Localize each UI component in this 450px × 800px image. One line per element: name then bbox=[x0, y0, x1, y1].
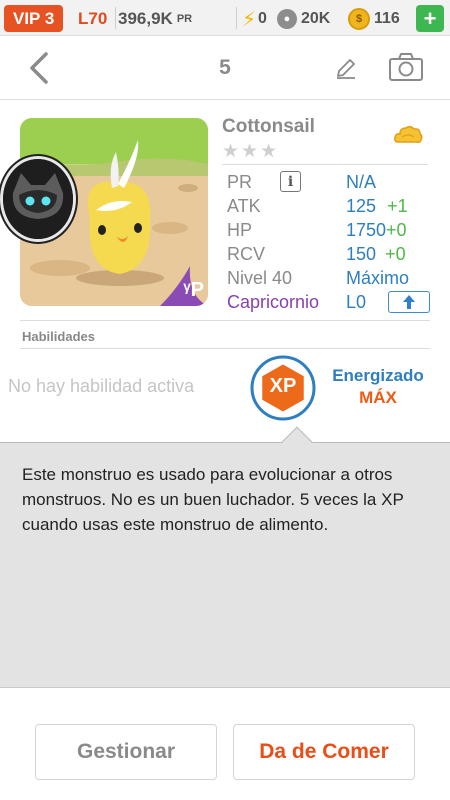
coin-value: 116 bbox=[374, 10, 400, 27]
energy-counter[interactable]: ⚡ 0 bbox=[242, 6, 267, 32]
energy-value: 0 bbox=[258, 10, 267, 27]
feed-button[interactable]: Da de Comer bbox=[233, 724, 415, 780]
divider bbox=[236, 7, 237, 29]
hp-label: HP bbox=[227, 220, 253, 240]
atk-value: 125 bbox=[346, 196, 377, 216]
back-arrow-icon[interactable] bbox=[26, 50, 54, 86]
xp-label: XP bbox=[269, 375, 297, 397]
arrow-up-icon bbox=[403, 295, 415, 309]
atk-bonus: +1 bbox=[387, 196, 408, 216]
food-value: 20K bbox=[301, 10, 331, 27]
zodiac-level: L0 bbox=[346, 292, 367, 312]
cloud-element-icon bbox=[394, 125, 423, 143]
zodiac-upgrade-button[interactable] bbox=[388, 291, 430, 313]
monster-name: Cottonsail bbox=[222, 116, 315, 137]
coin-counter[interactable]: $ 116 bbox=[348, 6, 400, 32]
zodiac-label: Capricornio bbox=[227, 292, 320, 312]
coin-icon: $ bbox=[348, 8, 370, 30]
rarity-stars: ★★★ bbox=[222, 141, 280, 162]
rcv-bonus: +0 bbox=[385, 244, 406, 264]
hp-bonus: +0 bbox=[386, 220, 407, 240]
atk-stat: 125 +1 bbox=[346, 196, 408, 217]
monster-description: Este monstruo es usado para evolucionar … bbox=[22, 465, 404, 534]
player-pr: 396,9K PR bbox=[118, 6, 192, 32]
pr-unit: PR bbox=[176, 13, 193, 25]
leader-avatar[interactable] bbox=[0, 156, 76, 242]
hp-stat: 1750+0 bbox=[346, 220, 407, 241]
hp-value: 1750 bbox=[346, 220, 387, 240]
skills-section-title: Habilidades bbox=[22, 329, 95, 344]
pr-label: PR bbox=[227, 172, 253, 192]
divider bbox=[115, 7, 116, 29]
xp-skill-badge[interactable]: XP bbox=[250, 355, 316, 421]
divider bbox=[20, 320, 430, 321]
energized-max: MÁX bbox=[359, 388, 397, 407]
level-label: Nivel 40 bbox=[227, 268, 293, 288]
page-title: 5 bbox=[219, 56, 231, 79]
rcv-label: RCV bbox=[227, 244, 266, 264]
pr-value: N/A bbox=[346, 172, 377, 192]
rcv-stat: 150 +0 bbox=[346, 244, 406, 265]
lightning-icon: ⚡ bbox=[242, 8, 257, 31]
camera-icon[interactable] bbox=[388, 52, 424, 82]
energized-label: Energizado bbox=[332, 366, 424, 385]
divider bbox=[222, 164, 428, 165]
rcv-value: 150 bbox=[346, 244, 377, 264]
zodiac-badge: ᵞP bbox=[183, 279, 204, 301]
add-coins-button[interactable]: + bbox=[416, 5, 444, 32]
pencil-icon[interactable] bbox=[334, 56, 358, 80]
divider bbox=[20, 348, 430, 349]
manage-button[interactable]: Gestionar bbox=[35, 724, 217, 780]
header: 5 bbox=[0, 36, 450, 100]
level-value: Máximo bbox=[346, 268, 410, 288]
info-icon[interactable]: i bbox=[280, 171, 301, 192]
atk-label: ATK bbox=[227, 196, 261, 216]
player-level: L70 bbox=[78, 9, 108, 28]
food-counter[interactable]: ● 20K bbox=[277, 6, 330, 32]
pr-value: 396,9K bbox=[118, 9, 173, 28]
no-active-skill-text: No hay habilidad activa bbox=[8, 376, 195, 396]
robot-icon bbox=[3, 159, 73, 239]
paw-icon: ● bbox=[277, 9, 297, 29]
vip-badge[interactable]: VIP 3 bbox=[4, 5, 64, 32]
status-bar: VIP 3 L70 396,9K PR ⚡ 0 ● 20K $ 116 + bbox=[0, 0, 450, 36]
